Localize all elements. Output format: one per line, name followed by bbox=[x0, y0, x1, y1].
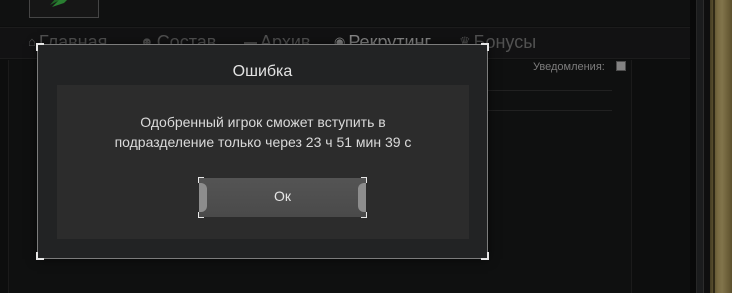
ok-button-label: Ок bbox=[273, 188, 291, 204]
corner-marker bbox=[36, 43, 44, 51]
ok-button[interactable]: Ок bbox=[198, 177, 367, 218]
message-line: подразделение только через 23 ч 51 мин 3… bbox=[114, 134, 412, 150]
dialog-message: Одобренный игрок сможет вступить в подра… bbox=[57, 112, 469, 152]
corner-marker bbox=[481, 252, 489, 260]
corner-marker bbox=[36, 252, 44, 260]
button-corner bbox=[361, 177, 367, 183]
message-line: Одобренный игрок сможет вступить в bbox=[140, 114, 386, 130]
button-corner bbox=[198, 177, 204, 183]
corner-marker bbox=[481, 43, 489, 51]
error-dialog: Ошибка Одобренный игрок сможет вступить … bbox=[36, 43, 489, 260]
button-corner bbox=[361, 212, 367, 218]
button-corner bbox=[198, 212, 204, 218]
dialog-title: Ошибка bbox=[232, 63, 293, 80]
clan-page: ⌂ Главная ☻ Состав ▬ Архив ◉ Рекрутинг ♛ Бону… bbox=[0, 0, 732, 293]
dialog-body: Одобренный игрок сможет вступить в подра… bbox=[57, 85, 469, 239]
